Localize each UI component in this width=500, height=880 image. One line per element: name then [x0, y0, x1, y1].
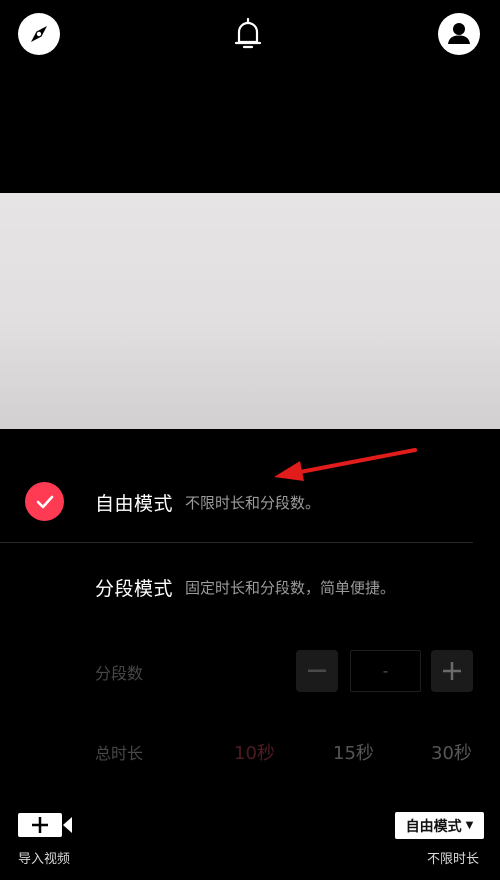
annotation-arrow [274, 448, 417, 481]
import-video-button[interactable] [18, 812, 74, 838]
import-video-label: 导入视频 [18, 852, 71, 867]
segment-count-value: - [350, 650, 421, 692]
minus-icon [308, 669, 326, 672]
duration-label: 总时长 [95, 744, 144, 763]
segment-count-label: 分段数 [95, 664, 144, 683]
segment-increase-button[interactable] [431, 650, 473, 692]
caret-down-icon: ▼ [465, 820, 474, 831]
segment-decrease-button[interactable] [296, 650, 338, 692]
check-icon [25, 482, 64, 521]
duration-option-15s[interactable]: 15秒 [333, 739, 374, 765]
video-camera-icon [18, 813, 72, 837]
free-mode-title: 自由模式 [95, 493, 174, 515]
plus-icon [443, 662, 461, 680]
free-mode-desc: 不限时长和分段数。 [185, 494, 321, 512]
camera-preview [0, 193, 500, 429]
segment-mode-title: 分段模式 [95, 578, 174, 600]
segment-mode-desc: 固定时长和分段数，简单便捷。 [185, 579, 396, 597]
duration-option-10s[interactable]: 10秒 [234, 739, 275, 765]
mode-subtitle: 不限时长 [427, 852, 480, 867]
duration-option-30s[interactable]: 30秒 [431, 739, 472, 765]
segment-mode-option[interactable]: 分段模式 固定时长和分段数，简单便捷。 [0, 566, 500, 606]
free-mode-option[interactable]: 自由模式 不限时长和分段数。 [0, 481, 500, 521]
mode-dropdown[interactable]: 自由模式 ▼ [395, 812, 484, 839]
compass-icon[interactable] [17, 12, 61, 56]
divider [0, 542, 473, 543]
mode-dropdown-label: 自由模式 [405, 818, 462, 835]
top-bar [0, 0, 500, 64]
profile-icon[interactable] [437, 12, 481, 56]
bell-icon[interactable] [226, 12, 270, 56]
